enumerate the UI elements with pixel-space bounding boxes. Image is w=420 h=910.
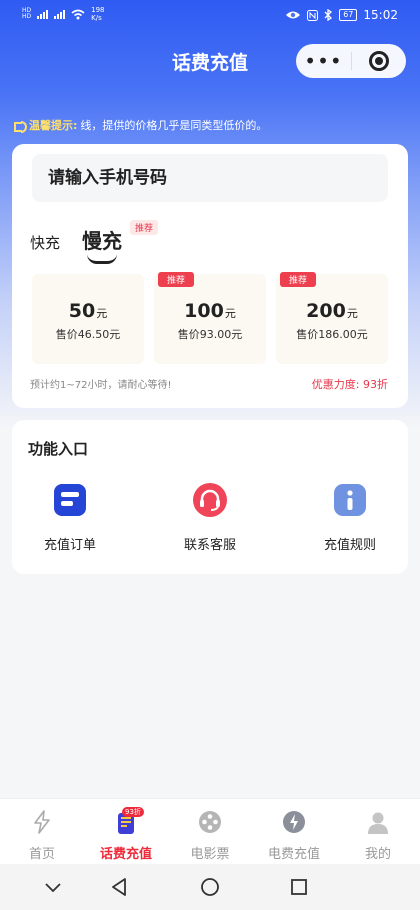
recommend-badge: 推荐 (130, 220, 159, 235)
amount-price: 售价93.00元 (177, 328, 243, 341)
tab-label: 电影票 (190, 847, 230, 862)
tab-electricity-recharge[interactable]: 电费充值 (252, 799, 336, 864)
title-bar: 话费充值 ••• (0, 44, 420, 78)
status-bar: HD HD 198 K/s 67 15:02 (0, 0, 420, 34)
amount-price: 售价186.00元 (296, 328, 368, 341)
back-icon[interactable] (109, 876, 131, 898)
discount-label: 优惠力度: 93折 (311, 378, 388, 391)
phone-number-input[interactable] (32, 154, 388, 202)
amount-option-200[interactable]: 推荐 200元 售价186.00元 (276, 272, 388, 364)
lightning-icon (34, 810, 50, 834)
film-reel-icon (199, 811, 221, 833)
battery-indicator: 67 (339, 9, 358, 21)
tab-label: 我的 (364, 847, 391, 862)
more-options-button[interactable]: ••• (296, 51, 351, 71)
user-icon (368, 812, 388, 834)
amount-option-100[interactable]: 推荐 100元 售价93.00元 (154, 272, 266, 364)
bolt-circle-icon (283, 811, 305, 833)
tip-label: 温馨提示: (29, 119, 78, 132)
tab-label: 话费充值 (99, 847, 152, 862)
network-indicator: HD HD (22, 7, 32, 20)
recommend-badge: 推荐 (280, 272, 317, 287)
tab-movie-tickets[interactable]: 电影票 (168, 799, 252, 864)
clock: 15:02 (363, 8, 398, 22)
function-label: 联系客服 (183, 538, 236, 553)
arrival-hint: 预计约1~72小时，请耐心等待! (30, 380, 172, 391)
function-entrance-card: 功能入口 充值订单 联系客服 充值规则 (12, 420, 408, 574)
section-title: 功能入口 (28, 440, 89, 458)
home-icon[interactable] (199, 876, 221, 898)
nfc-icon (307, 9, 319, 21)
recharge-rules-button[interactable]: 充值规则 (305, 482, 395, 553)
contact-service-button[interactable]: 联系客服 (165, 482, 255, 553)
mode-slow-tab[interactable]: 慢充 (82, 225, 122, 254)
mode-fast-tab[interactable]: 快充 (30, 232, 60, 253)
order-icon (54, 484, 86, 516)
info-icon (334, 484, 366, 516)
network-speed: 198 K/s (91, 6, 105, 22)
eye-icon (286, 11, 301, 19)
recharge-mode-selector: 快充 慢充 推荐 (30, 220, 390, 268)
amount-value: 100元 (184, 300, 236, 322)
headset-icon (193, 483, 227, 517)
tab-phone-recharge[interactable]: 93折 话费充值 (84, 799, 168, 864)
recommend-badge: 推荐 (158, 272, 195, 287)
close-target-icon (369, 51, 389, 71)
tip-text: 线，提供的价格几乎是同类型低价的。 (80, 119, 268, 132)
recent-apps-icon[interactable] (288, 876, 310, 898)
warm-tip: 温馨提示: 线，提供的价格几乎是同类型低价的。 (14, 117, 267, 133)
active-mode-indicator (87, 254, 117, 264)
tab-label: 首页 (28, 847, 55, 862)
tab-mine[interactable]: 我的 (336, 799, 420, 864)
wifi-icon (71, 9, 85, 19)
system-navigation-bar (0, 864, 420, 910)
function-label: 充值规则 (323, 538, 376, 553)
recharge-orders-button[interactable]: 充值订单 (25, 482, 115, 553)
recharge-card: 快充 慢充 推荐 50元 售价46.50元 推荐 100元 售价93.00元 推… (12, 144, 408, 408)
amount-value: 50元 (68, 300, 108, 322)
tab-label: 电费充值 (267, 847, 320, 862)
bluetooth-icon (324, 9, 333, 21)
speaker-icon (14, 120, 27, 133)
collapse-chevron-icon[interactable] (42, 876, 64, 898)
discount-badge: 93折 (122, 807, 144, 817)
function-label: 充值订单 (43, 538, 96, 553)
amount-option-50[interactable]: 50元 售价46.50元 (32, 274, 144, 364)
signal-icon (54, 9, 66, 19)
mini-program-capsule: ••• (296, 44, 406, 78)
tab-home[interactable]: 首页 (0, 799, 84, 864)
bottom-tab-bar: 首页 93折 话费充值 电影票 电费充值 我的 (0, 798, 420, 864)
amount-price: 售价46.50元 (55, 328, 121, 341)
close-mini-program-button[interactable] (352, 51, 406, 71)
amount-value: 200元 (306, 300, 358, 322)
signal-icon (37, 9, 49, 19)
